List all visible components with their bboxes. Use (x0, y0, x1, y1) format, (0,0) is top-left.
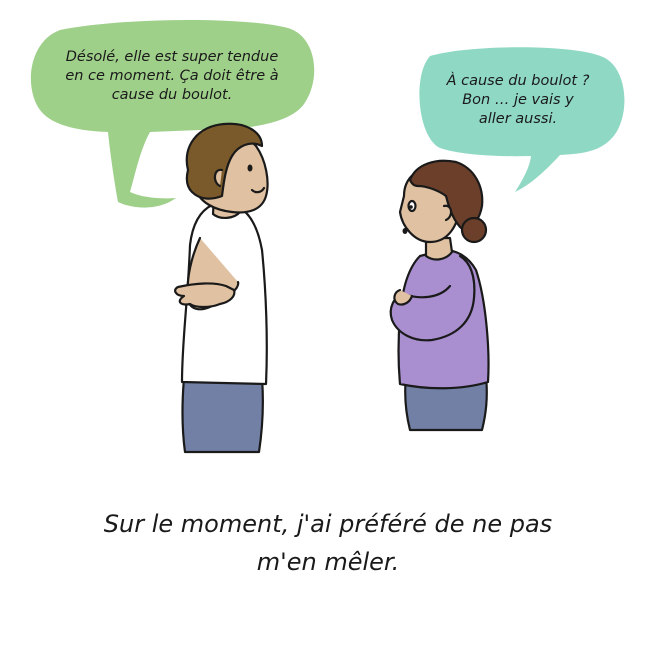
bubble-man-line: en ce moment. Ça doit être à (65, 68, 279, 84)
bubble-man-line: Désolé, elle est super tendue (65, 49, 279, 65)
man-character (174, 122, 269, 454)
bubble-woman-line: aller aussi. (478, 111, 558, 127)
caption: Sur le moment, j'ai préféré de ne pas m'… (0, 505, 656, 581)
man-hand (174, 282, 236, 309)
woman-mouth (402, 228, 408, 234)
woman-pupil (409, 205, 413, 209)
woman-hair-bun (460, 216, 488, 244)
bubble-woman-line: À cause du boulot ? (446, 73, 590, 89)
caption-line: Sur le moment, j'ai préféré de ne pas (103, 510, 553, 538)
man-trousers (181, 376, 264, 454)
bubble-woman-text: À cause du boulot ? Bon … je vais y alle… (418, 72, 618, 129)
bubble-woman-line: Bon … je vais y (462, 92, 574, 108)
bubble-man-line: cause du boulot. (111, 87, 233, 103)
woman-character (389, 159, 490, 432)
man-eye (247, 164, 253, 172)
bubble-man-text: Désolé, elle est super tendue en ce mome… (40, 48, 304, 105)
caption-line: m'en mêler. (256, 548, 400, 576)
